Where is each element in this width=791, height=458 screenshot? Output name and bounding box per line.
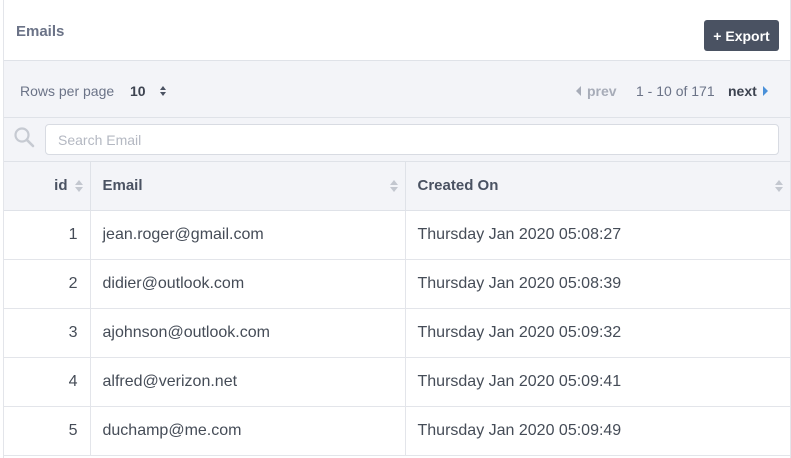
search-input[interactable]	[45, 124, 779, 155]
cell-created-on: Thursday Jan 2020 05:08:27	[405, 210, 790, 260]
cell-email: alfred@verizon.net	[90, 357, 406, 407]
cell-id: 4	[4, 357, 91, 407]
column-header-created-on[interactable]: Created On	[405, 162, 790, 211]
emails-table: id Email Created On 1 jean.roger@gmail.c…	[4, 162, 790, 456]
search-icon	[14, 127, 35, 148]
table-row[interactable]: 3 ajohnson@outlook.com Thursday Jan 2020…	[4, 308, 790, 358]
cell-email: duchamp@me.com	[90, 406, 406, 456]
emails-panel: Emails + Export Rows per page 10 prev 1 …	[3, 0, 791, 458]
page-title: Emails	[16, 23, 65, 40]
cell-created-on: Thursday Jan 2020 05:08:39	[405, 259, 790, 309]
table-header-row: id Email Created On	[4, 162, 790, 211]
pagination-bar: Rows per page 10 prev 1 - 10 of 171 next	[4, 60, 790, 118]
panel-header: Emails + Export	[4, 0, 790, 60]
cell-email: ajohnson@outlook.com	[90, 308, 406, 358]
next-label: next	[728, 83, 757, 99]
column-header-label: id	[54, 177, 68, 195]
table-row[interactable]: 5 duchamp@me.com Thursday Jan 2020 05:09…	[4, 406, 790, 456]
sort-icon[interactable]	[74, 180, 83, 192]
select-updown-icon	[159, 86, 166, 96]
column-header-label: Email	[102, 177, 143, 195]
caret-left-icon	[576, 86, 581, 96]
rows-per-page-label: Rows per page	[20, 83, 115, 99]
table-row[interactable]: 2 didier@outlook.com Thursday Jan 2020 0…	[4, 259, 790, 309]
cell-created-on: Thursday Jan 2020 05:09:49	[405, 406, 790, 456]
sort-icon[interactable]	[389, 180, 398, 192]
next-page-button[interactable]: next	[728, 83, 768, 99]
column-header-email[interactable]: Email	[90, 162, 406, 211]
column-header-id[interactable]: id	[4, 162, 91, 211]
export-button[interactable]: + Export	[704, 20, 779, 51]
search-bar	[4, 118, 790, 162]
prev-label: prev	[587, 83, 617, 99]
table-row[interactable]: 1 jean.roger@gmail.com Thursday Jan 2020…	[4, 210, 790, 260]
cell-created-on: Thursday Jan 2020 05:09:32	[405, 308, 790, 358]
cell-id: 2	[4, 259, 91, 309]
caret-right-icon	[762, 86, 768, 96]
sort-icon[interactable]	[775, 180, 783, 192]
cell-created-on: Thursday Jan 2020 05:09:41	[405, 357, 790, 407]
page-range-info: 1 - 10 of 171	[636, 83, 715, 99]
cell-id: 3	[4, 308, 91, 358]
cell-id: 1	[4, 210, 91, 260]
cell-id: 5	[4, 406, 91, 456]
table-row[interactable]: 4 alfred@verizon.net Thursday Jan 2020 0…	[4, 357, 790, 407]
prev-page-button[interactable]: prev	[576, 83, 617, 99]
column-header-label: Created On	[417, 177, 499, 195]
rows-per-page-value: 10	[130, 83, 146, 99]
rows-per-page-select[interactable]: 10	[130, 81, 166, 101]
cell-email: jean.roger@gmail.com	[90, 210, 406, 260]
cell-email: didier@outlook.com	[90, 259, 406, 309]
